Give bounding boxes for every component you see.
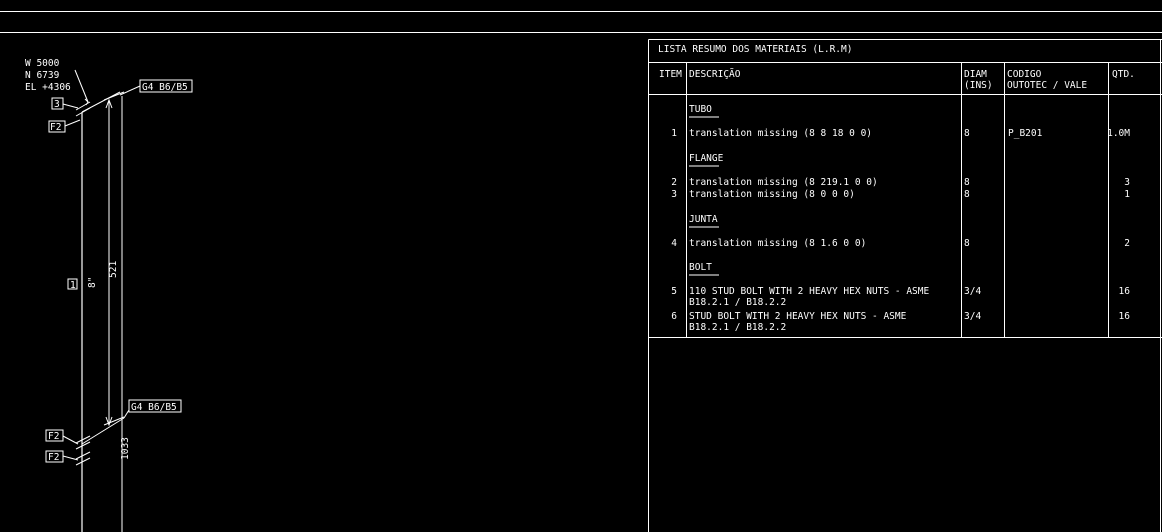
row-diameter: 8 [964, 128, 970, 139]
header-code-owner: OUTOTEC / VALE [1007, 80, 1087, 91]
group-label: JUNTA [689, 214, 718, 225]
row-item: 6 [671, 311, 677, 322]
row-description: translation missing (8 219.1 0 0) [689, 177, 878, 188]
coord-el: EL +4306 [25, 82, 71, 93]
row-description: 110 STUD BOLT WITH 2 HEAVY HEX NUTS - AS… [689, 286, 929, 297]
row-diameter: 8 [964, 177, 970, 188]
coord-leader [74, 69, 89, 103]
group-label: FLANGE [689, 153, 724, 164]
row-description: translation missing (8 0 0 0) [689, 189, 855, 200]
spool-tag: 1 [70, 280, 76, 291]
group-label: BOLT [689, 262, 712, 273]
header-qty: QTD. [1112, 69, 1135, 80]
header-item: ITEM [659, 69, 682, 80]
pipe-isometric: W 5000 N 6739 EL +4306 3 F2 G4 B6/B5 521… [25, 58, 193, 532]
flange-tag-top: F2 [50, 122, 61, 133]
row-item: 2 [671, 177, 677, 188]
dim-length-1: 521 [108, 261, 119, 278]
row-description: STUD BOLT WITH 2 HEAVY HEX NUTS - ASME [689, 311, 907, 322]
row-diameter: 8 [964, 238, 970, 249]
row-quantity: 16 [1119, 311, 1131, 322]
header-desc: DESCRIÇÃO [689, 69, 741, 80]
header-diam: DIAM [964, 69, 987, 80]
header-code: CODIGO [1007, 69, 1042, 80]
row-diameter: 3/4 [964, 286, 981, 297]
coord-w: W 5000 [25, 58, 60, 69]
row-description: B18.2.1 / B18.2.2 [689, 322, 786, 333]
row-diameter: 8 [964, 189, 970, 200]
bom-text: LISTA RESUMO DOS MATERIAIS (L.R.M) ITEM … [658, 44, 1135, 333]
row-quantity: 1.0M [1107, 128, 1130, 139]
coord-n: N 6739 [25, 70, 60, 81]
dim-pipe-size: 8" [87, 277, 98, 288]
row-item: 1 [671, 128, 677, 139]
row-item: 5 [671, 286, 677, 297]
row-quantity: 2 [1124, 238, 1130, 249]
flange-tag-bottom-1: F2 [48, 431, 59, 442]
cad-drawing-canvas[interactable]: W 5000 N 6739 EL +4306 3 F2 G4 B6/B5 521… [0, 0, 1162, 532]
row-quantity: 1 [1124, 189, 1130, 200]
weld-tag: 3 [54, 99, 60, 110]
row-quantity: 16 [1119, 286, 1131, 297]
row-description: translation missing (8 8 18 0 0) [689, 128, 872, 139]
row-code: P_B201 [1008, 128, 1043, 139]
row-item: 3 [671, 189, 677, 200]
header-diam-unit: (INS) [964, 80, 993, 91]
callout-bottom: G4 B6/B5 [131, 402, 177, 413]
bom-title: LISTA RESUMO DOS MATERIAIS (L.R.M) [658, 44, 852, 55]
group-label: TUBO [689, 104, 712, 115]
row-item: 4 [671, 238, 677, 249]
row-description: translation missing (8 1.6 0 0) [689, 238, 866, 249]
row-diameter: 3/4 [964, 311, 981, 322]
callout-top: G4 B6/B5 [142, 82, 188, 93]
row-quantity: 3 [1124, 177, 1130, 188]
row-description: B18.2.1 / B18.2.2 [689, 297, 786, 308]
drawing-frame [0, 11, 1162, 33]
flange-tag-bottom-2: F2 [48, 452, 59, 463]
dim-length-2: 1033 [120, 437, 131, 460]
